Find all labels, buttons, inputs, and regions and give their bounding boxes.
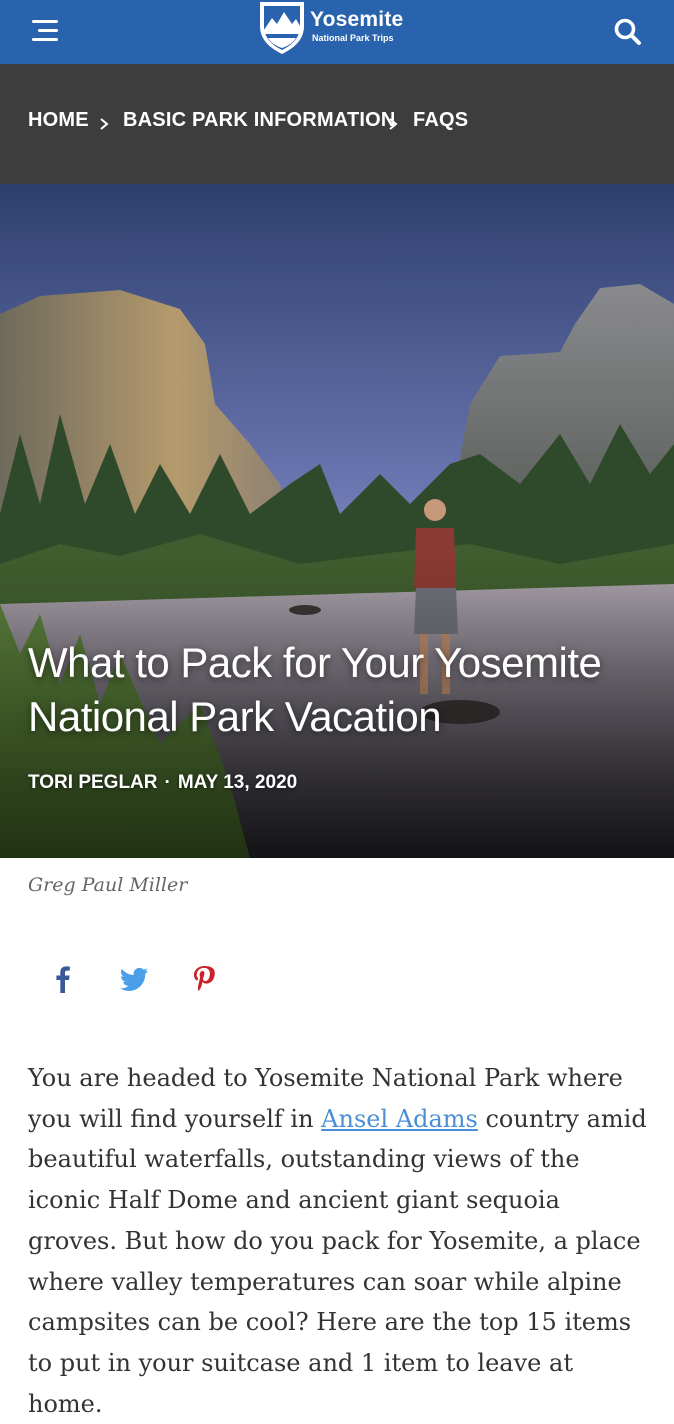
breadcrumb-home[interactable]: HOME bbox=[28, 109, 89, 132]
twitter-icon[interactable] bbox=[117, 962, 151, 996]
ansel-adams-link[interactable]: Ansel Adams bbox=[321, 1105, 478, 1133]
article-byline: TORI PEGLAR · MAY 13, 2020 bbox=[28, 772, 297, 794]
photo-credit: Greg Paul Miller bbox=[28, 874, 188, 896]
article-intro-paragraph: You are headed to Yosemite National Park… bbox=[28, 1058, 654, 1424]
yosemite-logo[interactable]: Yosemite National Park Trips bbox=[256, 0, 426, 58]
intro-text-end: country amid beautiful waterfalls, outst… bbox=[28, 1104, 647, 1418]
breadcrumb-basic-park-information[interactable]: BASIC PARK INFORMATION bbox=[123, 109, 396, 132]
article-title: What to Pack for Your Yosemite National … bbox=[28, 639, 602, 740]
top-navigation-bar: Yosemite National Park Trips bbox=[0, 0, 674, 64]
chevron-right-icon bbox=[100, 118, 109, 130]
hero-landscape-photo bbox=[0, 184, 674, 858]
chevron-right-icon bbox=[389, 118, 398, 130]
pinterest-icon[interactable] bbox=[187, 962, 221, 996]
menu-icon[interactable] bbox=[30, 18, 60, 44]
logo-title: Yosemite bbox=[310, 8, 404, 31]
facebook-icon[interactable] bbox=[46, 962, 80, 996]
logo-subtitle: National Park Trips bbox=[312, 33, 394, 43]
byline-separator: · bbox=[164, 772, 171, 793]
search-icon[interactable] bbox=[612, 16, 644, 48]
breadcrumb-faqs[interactable]: FAQS bbox=[413, 109, 468, 132]
article-date: MAY 13, 2020 bbox=[177, 772, 298, 793]
breadcrumb: HOME BASIC PARK INFORMATION FAQS bbox=[0, 64, 674, 184]
hero-image: What to Pack for Your Yosemite National … bbox=[0, 184, 674, 858]
logo-shield-icon bbox=[260, 2, 304, 54]
article-author[interactable]: TORI PEGLAR bbox=[28, 772, 158, 793]
